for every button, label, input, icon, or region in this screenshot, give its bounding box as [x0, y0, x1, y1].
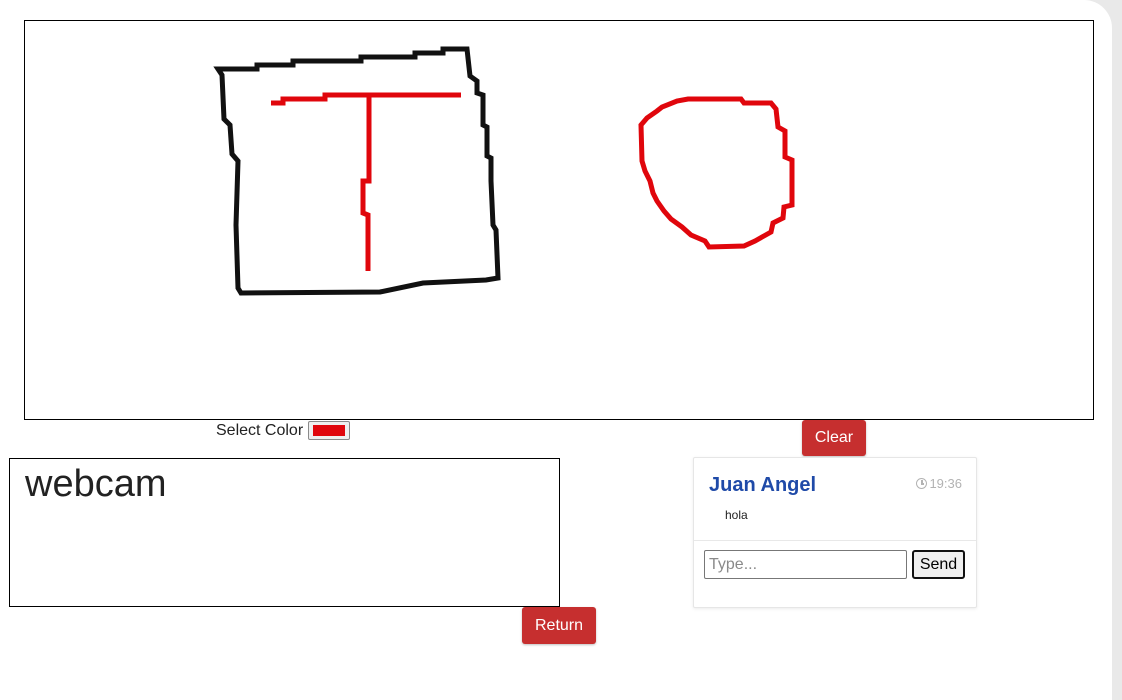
webcam-label: webcam — [25, 463, 167, 505]
drawing-canvas[interactable] — [24, 20, 1094, 420]
clock-icon — [916, 478, 928, 489]
red-circle-stroke — [638, 96, 795, 250]
message-timestamp: 19:36 — [916, 476, 962, 491]
clear-button[interactable]: Clear — [802, 420, 866, 456]
color-picker-input[interactable] — [308, 421, 351, 440]
red-t-bar-stroke — [271, 92, 461, 106]
chat-panel: Juan Angel 19:36 hola Send — [693, 457, 977, 608]
color-picker-row: Select Color — [216, 421, 351, 440]
black-square-stroke — [213, 46, 501, 296]
chat-divider — [694, 540, 976, 541]
message-username: Juan Angel — [709, 474, 817, 496]
webcam-panel: webcam — [9, 458, 560, 607]
chat-message-input[interactable] — [704, 550, 907, 579]
return-button[interactable]: Return — [522, 607, 596, 644]
message-time: 19:36 — [929, 476, 962, 491]
page: Select Color Clear webcam Return Juan An… — [0, 0, 1112, 700]
message-text: hola — [725, 508, 748, 522]
select-color-label: Select Color — [216, 421, 304, 439]
canvas-drawing — [213, 46, 795, 296]
send-button[interactable]: Send — [912, 550, 965, 579]
color-swatch-fill — [313, 425, 346, 436]
red-t-stem-stroke — [360, 95, 372, 271]
